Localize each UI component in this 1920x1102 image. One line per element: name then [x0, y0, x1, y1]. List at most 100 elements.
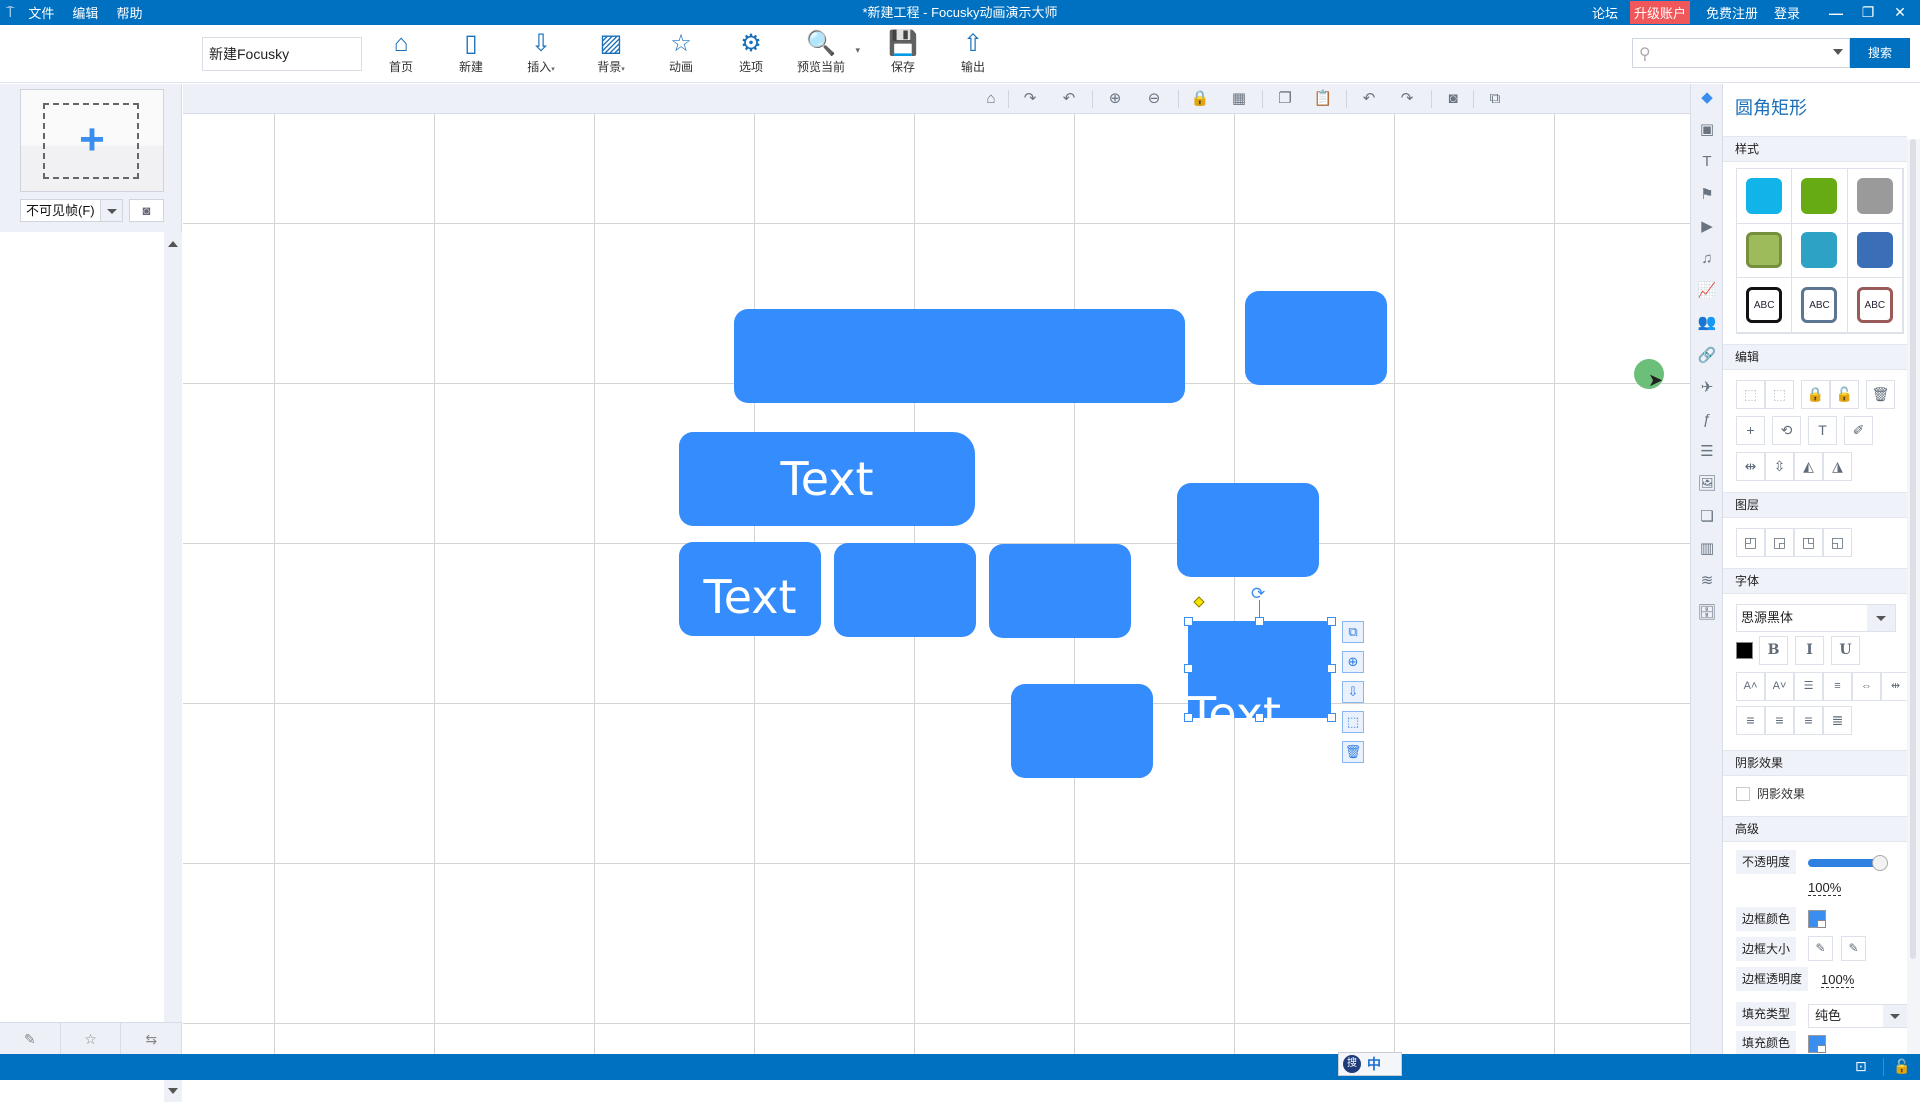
app-logo-icon[interactable]: ⍑	[6, 4, 14, 21]
font-color-picker[interactable]	[1736, 642, 1753, 659]
link-icon[interactable]: 🔗	[1697, 346, 1717, 366]
duplicate-icon[interactable]: ⧉	[1342, 621, 1364, 643]
banner-icon[interactable]: ⚑	[1697, 185, 1717, 205]
opacity-slider-track[interactable]	[1808, 859, 1880, 867]
toolbar-preview-button[interactable]: 🔍 预览当前 ▾	[790, 29, 860, 81]
border-size-decrease-icon[interactable]: ✎	[1808, 936, 1833, 961]
menu-help[interactable]: 帮助	[116, 3, 142, 22]
resize-handle-se[interactable]	[1327, 713, 1336, 722]
send-backward-icon[interactable]: ◱	[1823, 528, 1852, 557]
rounded-rectangle[interactable]: Text	[679, 432, 975, 526]
layout-icon[interactable]: ▥	[1697, 539, 1717, 559]
screenshot-icon[interactable]: ◙	[1442, 89, 1464, 109]
resize-handle-sw[interactable]	[1184, 713, 1193, 722]
ime-toolbar[interactable]: 搜 中	[1338, 1052, 1402, 1076]
frame-favorite-icon[interactable]: ☆	[61, 1023, 122, 1054]
resize-handle-s[interactable]	[1255, 713, 1264, 722]
fill-type-select[interactable]: 纯色	[1808, 1004, 1908, 1028]
grid-icon[interactable]: ▦	[1228, 89, 1250, 109]
rounded-rectangle[interactable]	[1011, 684, 1153, 778]
opacity-value[interactable]: 100%	[1808, 880, 1842, 896]
rotate-handle-icon[interactable]: ⟳	[1251, 584, 1265, 604]
window-icon[interactable]: ⧉	[1484, 89, 1506, 109]
delete-icon[interactable]: 🗑	[1866, 380, 1895, 409]
mirror-left-icon[interactable]: ◭	[1794, 452, 1823, 481]
presentation-icon[interactable]: ⊡	[1855, 1058, 1867, 1075]
select-path-icon[interactable]: ⬚	[1342, 711, 1364, 733]
toolbar-export-button[interactable]: ⇧ 输出	[942, 29, 1004, 81]
rounded-rectangle[interactable]	[834, 543, 976, 637]
align-center-icon[interactable]: ≡	[1765, 706, 1794, 735]
letter-spacing-shrink-icon[interactable]: ⇹	[1881, 672, 1910, 701]
fill-color-picker[interactable]	[1808, 1035, 1826, 1053]
project-name-input[interactable]: 新建Focusky	[202, 37, 362, 71]
letter-spacing-expand-icon[interactable]: ⇔	[1852, 672, 1881, 701]
align-left-icon[interactable]: ≡	[1736, 706, 1765, 735]
canvas[interactable]: Text Text Text ⟳ ⧉ ⊕ ⇩ ⬚ 🗑 ➤	[183, 114, 1690, 1054]
chart-icon[interactable]: 📈	[1697, 281, 1717, 301]
border-size-increase-icon[interactable]: ✎	[1841, 936, 1866, 961]
frame-transfer-icon[interactable]: ⇆	[121, 1023, 183, 1054]
toolbar-options-button[interactable]: ⚙ 选项	[720, 29, 782, 81]
font-size-up-icon[interactable]: A˄	[1736, 672, 1765, 701]
scroll-up-icon[interactable]	[168, 241, 178, 247]
unlock-icon[interactable]: 🔓	[1830, 380, 1859, 409]
bring-front-icon[interactable]: ◰	[1736, 528, 1765, 557]
resize-handle-n[interactable]	[1255, 617, 1264, 626]
gallery-icon[interactable]: 🖼	[1697, 474, 1717, 494]
font-family-select[interactable]: 思源黑体	[1736, 604, 1896, 632]
register-link[interactable]: 免费注册	[1706, 3, 1758, 22]
style-option[interactable]	[1792, 223, 1848, 279]
list-icon[interactable]: ☰	[1697, 442, 1717, 462]
line-spacing-icon[interactable]: ☰	[1794, 672, 1823, 701]
redo-icon[interactable]: ↷	[1396, 89, 1418, 109]
shape-icon[interactable]: ◆	[1697, 88, 1717, 108]
rounded-rectangle[interactable]	[734, 309, 1185, 403]
chevron-down-icon[interactable]	[100, 199, 123, 222]
add-icon[interactable]: +	[1736, 416, 1765, 445]
properties-scrollbar[interactable]	[1907, 139, 1920, 1054]
underline-icon[interactable]: U	[1831, 636, 1860, 665]
flip-horizontal-icon[interactable]: ⇹	[1736, 452, 1765, 481]
pages-icon[interactable]: ❏	[1697, 507, 1717, 527]
menu-file[interactable]: 文件	[28, 3, 54, 22]
border-opacity-value[interactable]: 100%	[1821, 972, 1855, 988]
mirror-right-icon[interactable]: ◮	[1823, 452, 1852, 481]
align-justify-icon[interactable]: ≣	[1823, 706, 1852, 735]
rounded-rectangle[interactable]	[989, 544, 1131, 638]
ime-mode-toggle[interactable]: 中	[1367, 1054, 1381, 1074]
video-icon[interactable]: ▶	[1697, 217, 1717, 237]
zoom-in-icon[interactable]: ⊕	[1104, 89, 1126, 109]
paste-icon[interactable]: 📋	[1312, 89, 1334, 109]
toolbar-save-button[interactable]: 💾 保存	[872, 29, 934, 81]
add-frame-button[interactable]: +	[20, 89, 164, 192]
rotate-right-icon[interactable]: ↷	[1019, 89, 1041, 109]
align-right-icon[interactable]: ≡	[1794, 706, 1823, 735]
style-option[interactable]	[1737, 169, 1793, 224]
edit-frame-icon[interactable]: ✎	[0, 1023, 61, 1054]
style-option[interactable]: ABC	[1847, 278, 1903, 333]
corner-radius-handle[interactable]	[1193, 596, 1205, 608]
minimize-button[interactable]: —	[1820, 5, 1852, 21]
format-brush-icon[interactable]: ✐	[1844, 416, 1873, 445]
scroll-down-icon[interactable]	[168, 1088, 178, 1094]
bold-icon[interactable]: B	[1759, 636, 1788, 665]
bring-forward-icon[interactable]: ◳	[1794, 528, 1823, 557]
reset-rotate-icon[interactable]: ⟲	[1772, 416, 1801, 445]
lock-icon[interactable]: 🔒	[1189, 89, 1211, 109]
toolbar-background-button[interactable]: ▨ 背景▾	[580, 29, 642, 81]
close-button[interactable]: ✕	[1884, 4, 1916, 21]
music-icon[interactable]: ♫	[1697, 249, 1717, 269]
shadow-checkbox[interactable]	[1736, 787, 1750, 801]
resize-handle-nw[interactable]	[1184, 617, 1193, 626]
frame-list-scrollbar[interactable]	[164, 232, 182, 1102]
toolbar-animation-button[interactable]: ☆ 动画	[650, 29, 712, 81]
rounded-rectangle[interactable]	[1177, 483, 1319, 577]
style-option[interactable]	[1847, 223, 1903, 279]
undo-icon[interactable]: ↶	[1358, 89, 1380, 109]
chevron-down-icon[interactable]	[1867, 605, 1895, 631]
rounded-rectangle[interactable]: Text	[679, 542, 821, 636]
toolbar-home-button[interactable]: ⌂ 首页	[370, 29, 432, 81]
resize-handle-e[interactable]	[1327, 664, 1336, 673]
lock-icon[interactable]: 🔒	[1801, 380, 1830, 409]
